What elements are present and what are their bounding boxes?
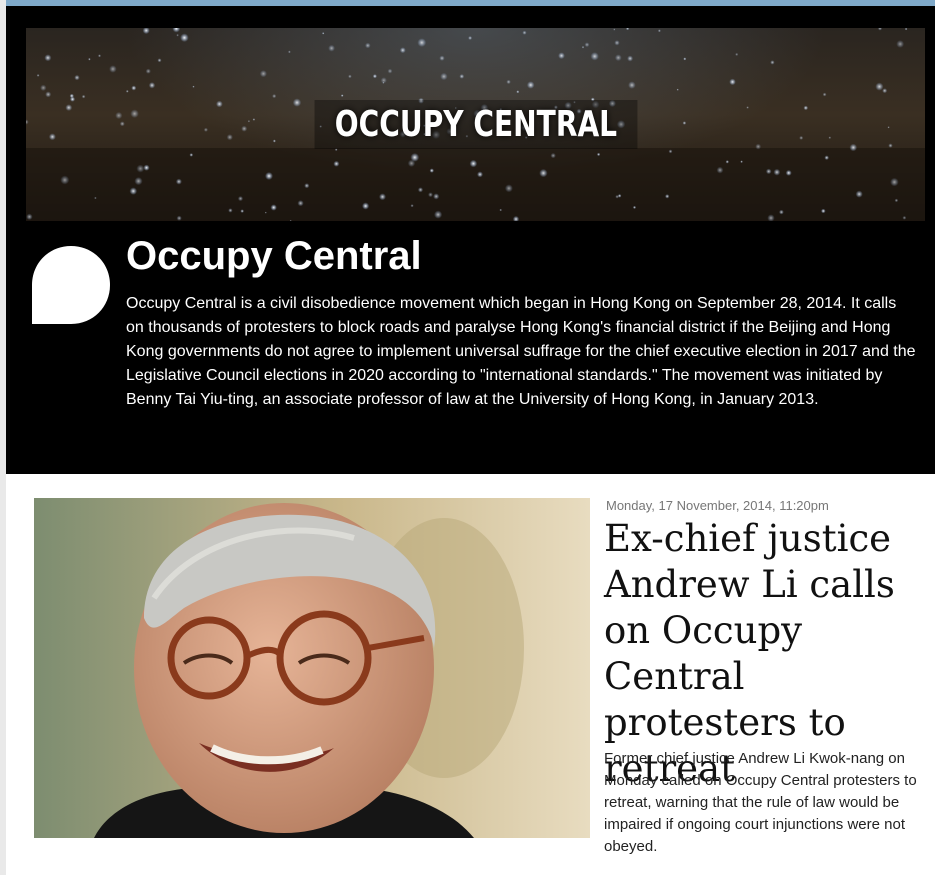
topic-title: Occupy Central — [126, 234, 422, 278]
topic-description: Occupy Central is a civil disobedience m… — [126, 295, 916, 408]
portrait-image — [34, 498, 590, 838]
article-date: Monday, 17 November, 2014, 11:20pm — [606, 498, 829, 513]
banner-title: OCCUPY CENTRAL — [314, 100, 637, 149]
banner-overlay: OCCUPY CENTRAL — [26, 28, 925, 221]
topic-header: OCCUPY CENTRAL Occupy Central Occupy Cen… — [6, 6, 935, 474]
topic-banner[interactable]: OCCUPY CENTRAL — [26, 28, 925, 221]
speech-bubble-icon — [32, 246, 110, 324]
article-photo[interactable] — [34, 498, 590, 838]
article-teaser: Monday, 17 November, 2014, 11:20pm Ex-ch… — [34, 498, 934, 875]
article-summary: Former chief justice Andrew Li Kwok-nang… — [604, 750, 917, 855]
